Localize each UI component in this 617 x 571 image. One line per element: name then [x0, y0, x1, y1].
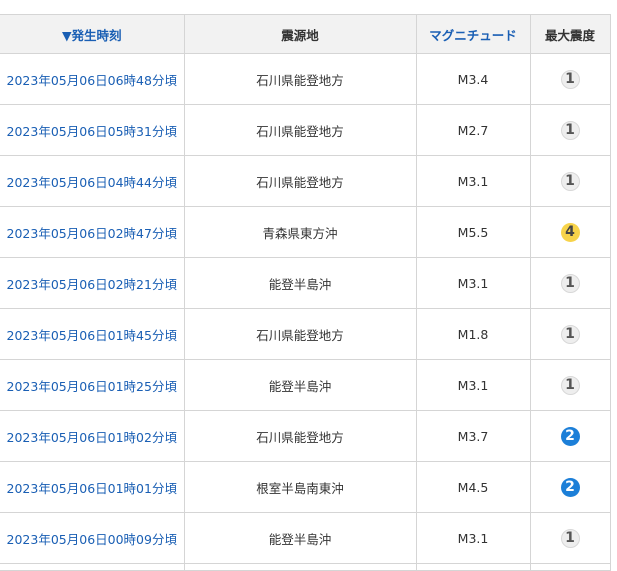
epicenter-cell: 石川県能登地方	[183, 155, 417, 207]
earthquake-detail-link[interactable]: 2023年05月06日01時02分頃	[7, 430, 177, 445]
magnitude-cell: M3.7	[415, 410, 531, 462]
intensity-cell: 4	[529, 206, 611, 258]
earthquake-table: ▼発生時刻 震源地 マグニチュード 最大震度 2023年05月06日06時48分…	[0, 14, 611, 571]
intensity-badge: 2	[560, 477, 580, 497]
header-magnitude-sort[interactable]: マグニチュード	[415, 14, 531, 54]
time-cell: 2023年05月06日04時44分頃	[0, 155, 185, 207]
time-cell: 2023年05月06日06時48分頃	[0, 53, 185, 105]
earthquake-detail-link[interactable]: 2023年05月06日05時31分頃	[7, 124, 177, 139]
time-cell: 2023年05月06日02時21分頃	[0, 257, 185, 309]
earthquake-list: ▼発生時刻 震源地 マグニチュード 最大震度 2023年05月06日06時48分…	[0, 14, 611, 571]
magnitude-cell: M4.5	[415, 461, 531, 513]
time-cell: 2023年05月06日01時01分頃	[0, 461, 185, 513]
earthquake-detail-link[interactable]: 2023年05月06日06時48分頃	[7, 73, 177, 88]
earthquake-detail-link[interactable]: 2023年05月06日04時44分頃	[7, 175, 177, 190]
epicenter-cell	[183, 563, 417, 571]
intensity-badge: 2	[560, 426, 580, 446]
intensity-cell: 1	[529, 53, 611, 105]
table-row: 2023年05月06日01時25分頃 能登半島沖 M3.1 1	[0, 359, 611, 411]
earthquake-detail-link[interactable]: 2023年05月06日01時01分頃	[7, 481, 177, 496]
magnitude-cell: M3.1	[415, 155, 531, 207]
time-cell: 2023年05月06日05時31分頃	[0, 104, 185, 156]
intensity-cell: 2	[529, 461, 611, 513]
intensity-cell	[529, 563, 611, 571]
earthquake-detail-link[interactable]: 2023年05月06日01時25分頃	[7, 379, 177, 394]
magnitude-cell: M3.4	[415, 53, 531, 105]
earthquake-detail-link[interactable]: 2023年05月06日02時47分頃	[7, 226, 177, 241]
epicenter-cell: 石川県能登地方	[183, 410, 417, 462]
intensity-badge: 1	[560, 120, 580, 140]
intensity-cell: 1	[529, 257, 611, 309]
epicenter-cell: 石川県能登地方	[183, 308, 417, 360]
intensity-cell: 1	[529, 359, 611, 411]
intensity-badge: 1	[560, 528, 580, 548]
intensity-badge: 1	[560, 324, 580, 344]
magnitude-cell: M3.1	[415, 257, 531, 309]
epicenter-cell: 根室半島南東沖	[183, 461, 417, 513]
magnitude-cell: M2.7	[415, 104, 531, 156]
intensity-badge: 1	[560, 69, 580, 89]
epicenter-cell: 能登半島沖	[183, 257, 417, 309]
table-row: 2023年05月06日02時47分頃 青森県東方沖 M5.5 4	[0, 206, 611, 258]
intensity-cell: 2	[529, 410, 611, 462]
header-time-sort[interactable]: ▼発生時刻	[0, 14, 185, 54]
table-row-partial	[0, 563, 611, 571]
magnitude-cell: M1.8	[415, 308, 531, 360]
table-row: 2023年05月06日01時02分頃 石川県能登地方 M3.7 2	[0, 410, 611, 462]
table-row: 2023年05月06日05時31分頃 石川県能登地方 M2.7 1	[0, 104, 611, 156]
earthquake-detail-link[interactable]: 2023年05月06日02時21分頃	[7, 277, 177, 292]
time-cell: 2023年05月06日02時47分頃	[0, 206, 185, 258]
table-row: 2023年05月06日00時09分頃 能登半島沖 M3.1 1	[0, 512, 611, 564]
magnitude-cell: M3.1	[415, 512, 531, 564]
intensity-badge: 1	[560, 171, 580, 191]
intensity-badge: 1	[560, 273, 580, 293]
epicenter-cell: 石川県能登地方	[183, 104, 417, 156]
epicenter-cell: 青森県東方沖	[183, 206, 417, 258]
header-max-intensity: 最大震度	[529, 14, 611, 54]
intensity-cell: 1	[529, 155, 611, 207]
table-row: 2023年05月06日04時44分頃 石川県能登地方 M3.1 1	[0, 155, 611, 207]
time-cell: 2023年05月06日01時25分頃	[0, 359, 185, 411]
intensity-cell: 1	[529, 512, 611, 564]
table-row: 2023年05月06日01時45分頃 石川県能登地方 M1.8 1	[0, 308, 611, 360]
time-cell: 2023年05月06日00時09分頃	[0, 512, 185, 564]
table-row: 2023年05月06日01時01分頃 根室半島南東沖 M4.5 2	[0, 461, 611, 513]
table-header-row: ▼発生時刻 震源地 マグニチュード 最大震度	[0, 14, 611, 54]
time-cell: 2023年05月06日01時45分頃	[0, 308, 185, 360]
epicenter-cell: 能登半島沖	[183, 359, 417, 411]
table-row: 2023年05月06日02時21分頃 能登半島沖 M3.1 1	[0, 257, 611, 309]
earthquake-detail-link[interactable]: 2023年05月06日01時45分頃	[7, 328, 177, 343]
intensity-badge: 1	[560, 375, 580, 395]
magnitude-cell: M3.1	[415, 359, 531, 411]
epicenter-cell: 能登半島沖	[183, 512, 417, 564]
magnitude-cell: M5.5	[415, 206, 531, 258]
time-cell: 2023年05月06日01時02分頃	[0, 410, 185, 462]
header-epicenter: 震源地	[183, 14, 417, 54]
intensity-badge: 4	[560, 222, 580, 242]
table-row: 2023年05月06日06時48分頃 石川県能登地方 M3.4 1	[0, 53, 611, 105]
intensity-cell: 1	[529, 308, 611, 360]
magnitude-cell	[415, 563, 531, 571]
earthquake-detail-link[interactable]: 2023年05月06日00時09分頃	[7, 532, 177, 547]
intensity-cell: 1	[529, 104, 611, 156]
epicenter-cell: 石川県能登地方	[183, 53, 417, 105]
time-cell	[0, 563, 185, 571]
